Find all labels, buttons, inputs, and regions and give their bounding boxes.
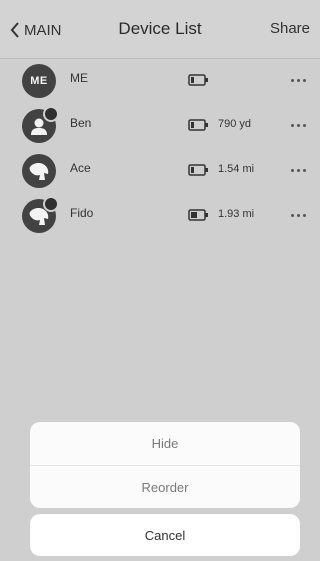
status-badge (43, 196, 59, 212)
avatar (22, 196, 59, 233)
status-badge (43, 106, 59, 122)
device-row-ace[interactable]: Ace 1.54 mi (0, 148, 320, 193)
cancel-button[interactable]: Cancel (30, 514, 300, 556)
dog-icon (29, 163, 49, 180)
back-label: MAIN (24, 21, 62, 39)
device-list: ME ME Ben 790 yd Ace 1.54 mi Fido 1.93 m… (0, 58, 320, 238)
device-name: Fido (70, 206, 94, 220)
device-row-me[interactable]: ME ME (0, 58, 320, 103)
battery-icon (188, 119, 208, 131)
action-sheet: Hide Reorder (30, 422, 300, 508)
avatar (22, 154, 56, 188)
avatar: ME (22, 64, 56, 98)
device-distance: 790 yd (218, 118, 252, 130)
device-distance: 1.54 mi (218, 163, 255, 175)
device-row-ben[interactable]: Ben 790 yd (0, 103, 320, 148)
more-options-button[interactable] (285, 111, 311, 139)
device-name: ME (70, 71, 88, 85)
battery-icon (188, 74, 208, 86)
device-name: Ace (70, 161, 91, 175)
more-options-button[interactable] (285, 66, 311, 94)
device-row-fido[interactable]: Fido 1.93 mi (0, 193, 320, 238)
more-options-button[interactable] (285, 156, 311, 184)
share-button[interactable]: Share (270, 20, 310, 37)
avatar-initials: ME (30, 75, 48, 87)
avatar (22, 106, 59, 143)
chevron-left-icon (10, 22, 19, 38)
device-distance: 1.93 mi (218, 208, 255, 220)
battery-icon (188, 209, 208, 221)
navigation-bar: MAIN Device List Share (0, 0, 320, 59)
reorder-button[interactable]: Reorder (30, 466, 300, 508)
device-list-screen: MAIN Device List Share ME ME Ben 790 yd … (0, 0, 320, 561)
more-options-button[interactable] (285, 201, 311, 229)
back-button[interactable]: MAIN (10, 18, 62, 42)
device-name: Ben (70, 116, 92, 130)
hide-button[interactable]: Hide (30, 422, 300, 465)
battery-icon (188, 164, 208, 176)
